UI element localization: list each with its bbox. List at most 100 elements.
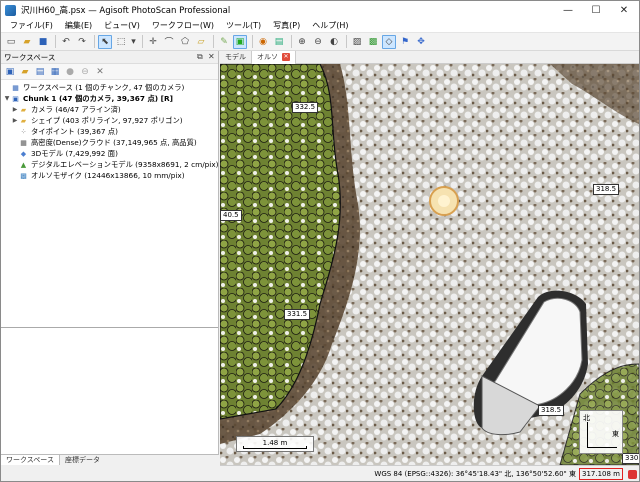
add-folder-icon[interactable]: ▤ bbox=[34, 66, 46, 78]
enable-icon[interactable]: ● bbox=[64, 66, 76, 78]
tree-item-dem[interactable]: ▲ デジタルエレベーションモデル (9358x8691, 2 cm/pix) bbox=[1, 159, 219, 170]
status-indicator-icon bbox=[628, 470, 637, 479]
tab-ortho[interactable]: オルソ ✕ bbox=[251, 50, 296, 64]
image-view-icon[interactable]: ▨ bbox=[350, 35, 364, 49]
toolbar-separator bbox=[142, 35, 143, 48]
polygon-icon[interactable]: ⬠ bbox=[178, 35, 192, 49]
window-title: 沢川H60_高.psx — Agisoft PhotoScan Professi… bbox=[21, 6, 231, 16]
menu-tools[interactable]: ツール(T) bbox=[220, 19, 267, 33]
tab-model[interactable]: モデル bbox=[220, 51, 251, 64]
scale-bar: 1.48 m bbox=[236, 436, 314, 452]
float-panel-icon[interactable]: ⧉ bbox=[197, 52, 203, 62]
navigation-cursor-icon[interactable]: ⬉ bbox=[98, 34, 112, 49]
tree-item-workspace[interactable]: ▦ ワークスペース (1 個のチャンク, 47 個のカメラ) bbox=[1, 82, 218, 93]
workspace-panel-title: ワークスペース bbox=[4, 52, 56, 62]
contour-label: 318.5 bbox=[593, 184, 620, 195]
tree-item-label: ワークスペース (1 個のチャンク, 47 個のカメラ) bbox=[23, 82, 185, 92]
workspace-toolbar: ▣ ▰ ▤ ▦ ● ⊖ ✕ bbox=[1, 64, 218, 80]
tab-ortho-label: オルソ bbox=[257, 52, 278, 61]
disable-icon[interactable]: ⊖ bbox=[79, 66, 91, 78]
tree-item-chunk[interactable]: ▼ ▣ Chunk 1 (47 個のカメラ, 39,367 点) [R] bbox=[1, 93, 218, 104]
expand-arrow-icon[interactable]: ▶ bbox=[11, 106, 19, 113]
menu-photo[interactable]: 写真(P) bbox=[267, 19, 306, 33]
add-chunk-icon[interactable]: ▣ bbox=[4, 66, 16, 78]
dense-cloud-icon: ▦ bbox=[20, 138, 27, 147]
folder-icon: ▰ bbox=[20, 105, 27, 114]
dem-view-icon[interactable]: ▩ bbox=[366, 35, 380, 49]
tree-item-label: 高密度(Dense)クラウド (37,149,965 点, 高品質) bbox=[31, 137, 197, 147]
zoom-out-icon[interactable]: ⊖ bbox=[311, 35, 325, 49]
tree-item-cameras[interactable]: ▶ ▰ カメラ (46/47 アライン済) bbox=[1, 104, 218, 115]
contour-label: 331.5 bbox=[284, 309, 311, 320]
collapse-arrow-icon[interactable]: ▼ bbox=[3, 95, 11, 102]
menu-bar: ファイル(F) 編集(E) ビュー(V) ワークフロー(W) ツール(T) 写真… bbox=[1, 19, 639, 33]
pan-icon[interactable]: ✥ bbox=[414, 35, 428, 49]
tree-item-label: 3Dモデル (7,429,992 面) bbox=[31, 148, 118, 158]
tree-item-label: デジタルエレベーションモデル (9358x8691, 2 cm/pix) bbox=[31, 159, 219, 169]
add-photos-icon[interactable]: ▰ bbox=[19, 66, 31, 78]
toolbar-separator bbox=[291, 35, 292, 48]
main-toolbar: ▭ ▰ ■ ↶ ↷ ⬉ ⬚ ▾ ✛ ⌒ ⬠ ▱ ✎ ▣ ◉ ▤ ⊕ ⊖ ◐ ▨ … bbox=[1, 33, 639, 51]
polyline-icon[interactable]: ⌒ bbox=[162, 35, 176, 49]
folder-icon: ▰ bbox=[20, 116, 27, 125]
dropdown-arrow-icon[interactable]: ▾ bbox=[130, 35, 137, 49]
menu-view[interactable]: ビュー(V) bbox=[98, 19, 146, 33]
menu-file[interactable]: ファイル(F) bbox=[4, 19, 59, 33]
chunk-icon: ▣ bbox=[12, 94, 19, 103]
contour-label: 318.5 bbox=[538, 405, 565, 416]
workspace-panel-header: ワークスペース ⧉ ✕ bbox=[1, 51, 218, 64]
new-file-icon[interactable]: ▭ bbox=[4, 35, 18, 49]
toolbar-separator bbox=[94, 35, 95, 48]
rect-select-icon[interactable]: ⬚ bbox=[114, 35, 128, 49]
redo-icon[interactable]: ↷ bbox=[75, 35, 89, 49]
open-folder-icon[interactable]: ▰ bbox=[20, 35, 34, 49]
tab-reference[interactable]: 座標データ bbox=[60, 455, 105, 465]
tree-item-model[interactable]: ◆ 3Dモデル (7,429,992 面) bbox=[1, 148, 218, 159]
shapes-view-icon[interactable]: ◇ bbox=[382, 34, 396, 49]
markers-view-icon[interactable]: ⚑ bbox=[398, 35, 412, 49]
menu-edit[interactable]: 編集(E) bbox=[59, 19, 98, 33]
coordinate-readout: WGS 84 (EPSG::4326): 36°45'18.43" 北, 136… bbox=[374, 470, 576, 478]
tree-item-label: オルソモザイク (12446x13866, 10 mm/pix) bbox=[31, 170, 185, 180]
maximize-button[interactable]: ☐ bbox=[582, 1, 610, 19]
minimize-button[interactable]: — bbox=[554, 1, 582, 19]
reset-view-icon[interactable]: ◐ bbox=[327, 35, 341, 49]
zoom-in-icon[interactable]: ⊕ bbox=[295, 35, 309, 49]
compass: 北 東 bbox=[579, 410, 623, 454]
close-panel-icon[interactable]: ✕ bbox=[208, 52, 215, 61]
workspace-panel: ワークスペース ⧉ ✕ ▣ ▰ ▤ ▦ ● ⊖ ✕ ▦ ワークスペース (1 個… bbox=[1, 51, 219, 464]
patch-icon[interactable]: ◉ bbox=[256, 35, 270, 49]
tree-item-dense-cloud[interactable]: ▦ 高密度(Dense)クラウド (37,149,965 点, 高品質) bbox=[1, 137, 218, 148]
expand-arrow-icon[interactable]: ▶ bbox=[11, 117, 19, 124]
left-panel-tabs: ワークスペース 座標データ bbox=[1, 454, 219, 465]
close-tab-icon[interactable]: ✕ bbox=[282, 53, 290, 61]
toolbar-separator bbox=[213, 35, 214, 48]
contour-label: 40.5 bbox=[220, 210, 242, 221]
compass-east: 東 bbox=[612, 430, 619, 438]
menu-workflow[interactable]: ワークフロー(W) bbox=[146, 19, 220, 33]
title-bar: 沢川H60_高.psx — Agisoft PhotoScan Professi… bbox=[1, 1, 639, 19]
ruler-icon[interactable]: ▱ bbox=[194, 35, 208, 49]
seamline-icon[interactable]: ▤ bbox=[272, 35, 286, 49]
close-button[interactable]: ✕ bbox=[610, 1, 638, 19]
ortho-select-icon[interactable]: ▣ bbox=[233, 34, 247, 49]
tiepoints-icon: ⁘ bbox=[20, 127, 27, 136]
contour-label: 330 bbox=[622, 453, 639, 464]
ortho-image bbox=[220, 64, 639, 465]
remove-icon[interactable]: ✕ bbox=[94, 66, 106, 78]
menu-help[interactable]: ヘルプ(H) bbox=[306, 19, 354, 33]
tree-item-shapes[interactable]: ▶ ▰ シェイプ (403 ポリライン, 97,927 ポリゴン) bbox=[1, 115, 218, 126]
marker-icon[interactable]: ✛ bbox=[146, 35, 160, 49]
merge-chunks-icon[interactable]: ▦ bbox=[49, 66, 61, 78]
undo-icon[interactable]: ↶ bbox=[59, 35, 73, 49]
brush-icon[interactable]: ✎ bbox=[217, 35, 231, 49]
save-icon[interactable]: ■ bbox=[36, 35, 50, 49]
tab-workspace[interactable]: ワークスペース bbox=[1, 455, 60, 465]
tree-item-label: カメラ (46/47 アライン済) bbox=[31, 104, 121, 114]
altitude-readout: 317.108 m bbox=[579, 468, 623, 480]
app-window: 沢川H60_高.psx — Agisoft PhotoScan Professi… bbox=[0, 0, 640, 482]
tree-item-tiepoints[interactable]: ⁘ タイポイント (39,367 点) bbox=[1, 126, 218, 137]
tree-item-orthomosaic[interactable]: ▩ オルソモザイク (12446x13866, 10 mm/pix) bbox=[1, 170, 218, 181]
ortho-view[interactable]: 332.5 318.5 40.5 331.5 318.5 330 1.48 m … bbox=[220, 64, 639, 465]
status-bar: WGS 84 (EPSG::4326): 36°45'18.43" 北, 136… bbox=[220, 465, 639, 481]
